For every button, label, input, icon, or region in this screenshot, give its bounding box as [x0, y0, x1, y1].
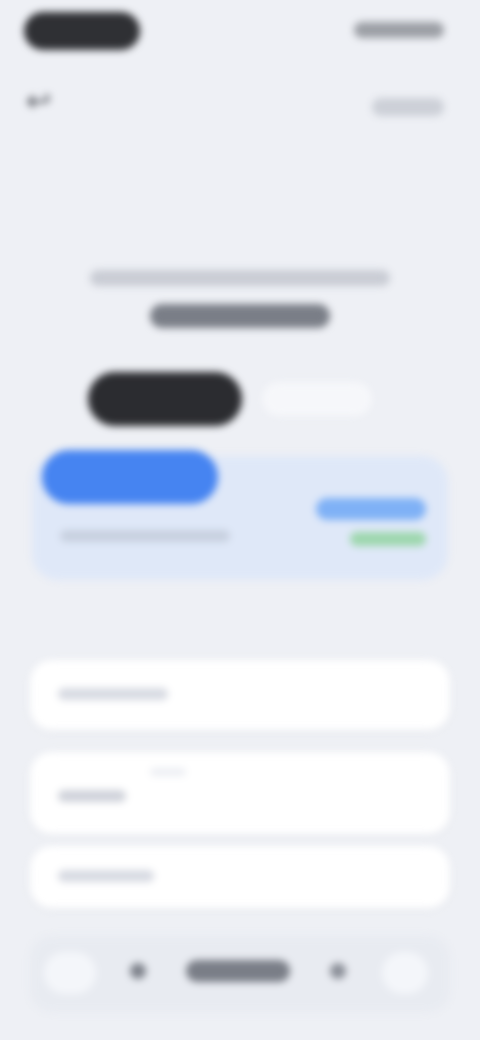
status-indicators [354, 22, 444, 38]
blue-pill-button[interactable] [42, 450, 218, 504]
bottom-center-label[interactable] [186, 960, 290, 982]
settings-row-1[interactable] [30, 660, 450, 730]
row-3-text [58, 870, 154, 882]
row-2-text [58, 790, 126, 802]
blue-card-text [60, 530, 230, 542]
hero-title [150, 304, 330, 328]
bottom-left-dot-icon[interactable] [130, 963, 146, 979]
row-1-text [58, 688, 168, 700]
row-2-small-text [150, 768, 186, 776]
blue-card-link[interactable] [316, 498, 426, 520]
top-link[interactable] [372, 98, 444, 116]
settings-row-2[interactable] [30, 752, 450, 834]
bottom-right-control[interactable] [382, 952, 428, 994]
green-card-link[interactable] [350, 532, 426, 546]
primary-pill-button[interactable] [88, 372, 242, 426]
bottom-right-dot-icon[interactable] [330, 963, 346, 979]
hero-line [90, 270, 390, 286]
status-pill [24, 12, 140, 50]
bottom-left-control[interactable] [44, 952, 96, 994]
settings-row-3[interactable] [30, 846, 450, 908]
secondary-pill-button[interactable] [262, 382, 372, 416]
back-icon[interactable]: ↩ [26, 82, 70, 122]
